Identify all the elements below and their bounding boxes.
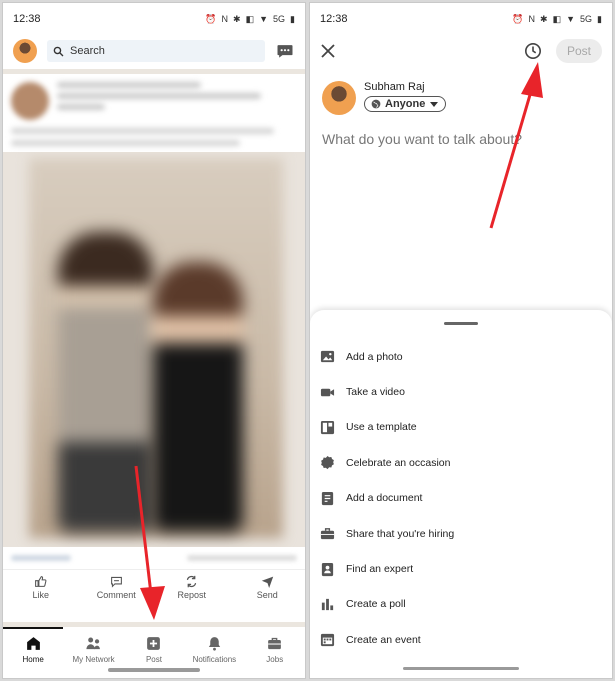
post-actions: Like Comment Repost Send [3, 569, 305, 605]
volte-icon: ◧ [552, 13, 562, 24]
plus-square-icon [147, 637, 161, 650]
video-icon [320, 388, 335, 396]
post-reactions [3, 547, 305, 569]
document-icon [321, 491, 334, 505]
like-button[interactable]: Like [11, 575, 71, 600]
status-time: 12:38 [320, 13, 348, 25]
visibility-dropdown[interactable]: Anyone [364, 96, 447, 112]
profile-avatar[interactable] [13, 39, 37, 63]
sheet-drag-handle[interactable] [444, 322, 478, 325]
create-poll-button[interactable]: Create a poll [310, 587, 612, 622]
comment-icon [110, 576, 122, 588]
network-type: 5G [580, 14, 593, 24]
wifi-icon: ▼ [566, 14, 576, 24]
battery-icon: ▮ [597, 13, 602, 24]
author-name: Subham Raj [364, 81, 425, 93]
take-video-button[interactable]: Take a video [310, 374, 612, 409]
close-icon[interactable] [320, 43, 336, 59]
alarm-icon: ⏰ [512, 13, 524, 24]
search-icon [53, 46, 64, 56]
alarm-icon: ⏰ [205, 13, 217, 24]
calendar-icon [320, 634, 335, 647]
add-document-button[interactable]: Add a document [310, 481, 612, 516]
status-time: 12:38 [13, 13, 41, 25]
bell-icon [208, 637, 221, 651]
schedule-clock-icon[interactable] [524, 42, 542, 60]
post-text-input[interactable]: What do you want to talk about? [310, 115, 612, 163]
battery-icon: ▮ [290, 13, 295, 24]
volte-icon: ◧ [245, 13, 255, 24]
template-icon [320, 420, 335, 435]
send-button[interactable]: Send [237, 575, 297, 600]
author-avatar [322, 81, 356, 115]
create-event-button[interactable]: Create an event [310, 622, 612, 657]
network-type: 5G [273, 14, 286, 24]
feed: Like Comment Repost Send [3, 69, 305, 611]
author-row: Subham Raj Anyone [310, 67, 612, 115]
compose-toolbar: Post [310, 35, 612, 67]
post-image[interactable] [3, 152, 305, 547]
status-icons: ⏰ N ✱ ◧ ▼ 5G ▮ [205, 14, 295, 25]
network-icon [86, 637, 100, 650]
search-placeholder: Search [70, 45, 105, 57]
post-text [3, 128, 305, 146]
wifi-icon: ▼ [259, 14, 269, 24]
left-screen: 12:38 ⏰ N ✱ ◧ ▼ 5G ▮ Search Like Comment… [2, 2, 306, 679]
briefcase-icon [320, 528, 335, 540]
bluetooth-icon: ✱ [233, 13, 241, 24]
gesture-bar [403, 667, 519, 670]
poll-icon [321, 598, 334, 611]
find-expert-button[interactable]: Find an expert [310, 551, 612, 586]
bluetooth-icon: ✱ [540, 13, 548, 24]
search-input[interactable]: Search [47, 40, 265, 62]
bottom-nav: Home My Network Post Notifications Jobs [3, 622, 305, 678]
bottom-sheet: Add a photo Take a video Use a template … [310, 310, 612, 678]
nfc-icon: N [528, 14, 536, 24]
badge-icon [321, 456, 334, 470]
expert-icon [321, 562, 334, 576]
post-header [3, 74, 305, 128]
caret-down-icon [430, 102, 439, 107]
repost-button[interactable]: Repost [162, 575, 222, 600]
status-bar: 12:38 ⏰ N ✱ ◧ ▼ 5G ▮ [310, 3, 612, 35]
celebrate-occasion-button[interactable]: Celebrate an occasion [310, 445, 612, 480]
home-icon [26, 637, 40, 650]
top-bar: Search [3, 35, 305, 67]
comment-button[interactable]: Comment [86, 575, 146, 600]
visibility-label: Anyone [385, 98, 426, 110]
nfc-icon: N [221, 14, 229, 24]
right-screen: 12:38 ⏰ N ✱ ◧ ▼ 5G ▮ Post Subham Raj Any… [309, 2, 613, 679]
nav-home[interactable]: Home [3, 627, 64, 678]
thumbs-up-icon [35, 576, 47, 587]
briefcase-icon [268, 637, 282, 650]
gesture-bar [108, 668, 200, 672]
post-author-avatar [11, 82, 49, 120]
repost-icon [187, 575, 197, 588]
status-bar: 12:38 ⏰ N ✱ ◧ ▼ 5G ▮ [3, 3, 305, 35]
add-photo-button[interactable]: Add a photo [310, 339, 612, 374]
use-template-button[interactable]: Use a template [310, 410, 612, 445]
messaging-icon[interactable] [275, 41, 295, 61]
post-button[interactable]: Post [555, 39, 602, 63]
share-hiring-button[interactable]: Share that you're hiring [310, 516, 612, 551]
nav-jobs[interactable]: Jobs [246, 629, 304, 678]
send-icon [261, 576, 273, 588]
photo-icon [320, 351, 335, 363]
globe-icon [371, 99, 381, 109]
status-icons: ⏰ N ✱ ◧ ▼ 5G ▮ [512, 14, 602, 25]
